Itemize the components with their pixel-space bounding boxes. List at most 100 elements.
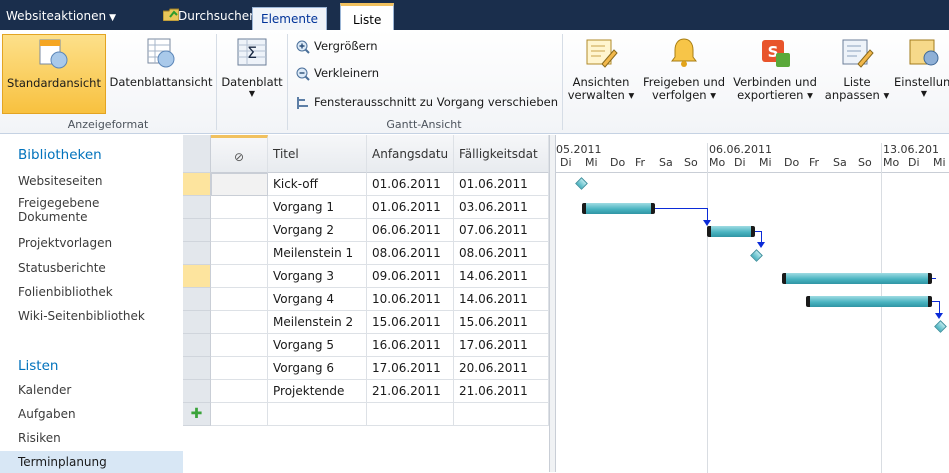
scroll-to-task-icon: [297, 96, 308, 109]
row-selector[interactable]: [183, 242, 211, 265]
cell-start[interactable]: 06.06.2011: [367, 219, 454, 242]
nav-item-shared-documents[interactable]: Freigegebene Dokumente: [18, 196, 148, 224]
nav-item-websiteseiten[interactable]: Websiteseiten: [18, 174, 103, 188]
attachment-cell[interactable]: [211, 334, 268, 357]
cell-due[interactable]: 03.06.2011: [454, 196, 549, 219]
nav-item-folienbibliothek[interactable]: Folienbibliothek: [18, 285, 113, 299]
select-all-header[interactable]: [183, 135, 211, 173]
attachment-cell[interactable]: [211, 311, 268, 334]
zoom-in-button[interactable]: Vergrößern: [296, 36, 378, 56]
nav-item-statusberichte[interactable]: Statusberichte: [18, 261, 106, 275]
nav-item-kalender[interactable]: Kalender: [18, 383, 71, 397]
cell-start[interactable]: 16.06.2011: [367, 334, 454, 357]
cell-start[interactable]: 17.06.2011: [367, 357, 454, 380]
column-header-title[interactable]: Titel: [268, 135, 367, 173]
nav-lists-heading[interactable]: Listen: [18, 358, 58, 374]
attachment-cell[interactable]: [211, 219, 268, 242]
customize-list-button[interactable]: Liste anpassen ▾: [824, 34, 890, 114]
row-selector[interactable]: [183, 311, 211, 334]
milestone-kick-off[interactable]: [575, 177, 588, 190]
new-row-cell[interactable]: [454, 403, 549, 426]
row-selector[interactable]: [183, 380, 211, 403]
nav-item-aufgaben[interactable]: Aufgaben: [18, 407, 76, 421]
tab-items[interactable]: Elemente: [252, 7, 328, 30]
dependency-arrow: [757, 242, 765, 248]
cell-due[interactable]: 15.06.2011: [454, 311, 549, 334]
attachment-cell[interactable]: [211, 288, 268, 311]
manage-views-button[interactable]: Ansichten verwalten ▾: [566, 34, 636, 114]
cell-title[interactable]: Vorgang 1: [268, 196, 367, 219]
cell-start[interactable]: 09.06.2011: [367, 265, 454, 288]
cell-title[interactable]: Vorgang 5: [268, 334, 367, 357]
nav-item-terminplanung[interactable]: Terminplanung: [0, 451, 183, 473]
cell-start[interactable]: 21.06.2011: [367, 380, 454, 403]
column-header-due[interactable]: Fälligkeitsdat: [454, 135, 549, 173]
task-bar-vorgang-4[interactable]: [806, 296, 932, 307]
cell-start[interactable]: 10.06.2011: [367, 288, 454, 311]
cell-due[interactable]: 07.06.2011: [454, 219, 549, 242]
datasheet-button[interactable]: Σ Datenblatt ▼: [219, 34, 285, 114]
tab-list[interactable]: Liste: [340, 3, 395, 30]
row-selector[interactable]: [183, 265, 211, 288]
nav-item-wiki[interactable]: Wiki-Seitenbibliothek: [18, 309, 145, 323]
task-bar-vorgang-3[interactable]: [782, 273, 932, 284]
navigate-up-icon[interactable]: [163, 8, 179, 21]
cell-title[interactable]: Meilenstein 2: [268, 311, 367, 334]
nav-item-projektvorlagen[interactable]: Projektvorlagen: [18, 236, 112, 250]
cell-title[interactable]: Vorgang 3: [268, 265, 367, 288]
add-row-icon[interactable]: ✚: [183, 403, 211, 426]
cell-due[interactable]: 17.06.2011: [454, 334, 549, 357]
milestone-meilenstein-1[interactable]: [750, 249, 763, 262]
row-selector[interactable]: [183, 173, 211, 196]
datasheet-view-button[interactable]: Datenblattansicht: [108, 34, 214, 114]
zoom-out-button[interactable]: Verkleinern: [296, 63, 379, 83]
cell-start[interactable]: 15.06.2011: [367, 311, 454, 334]
row-selector[interactable]: [183, 219, 211, 242]
cell-start[interactable]: 01.06.2011: [367, 173, 454, 196]
task-bar-vorgang-2[interactable]: [707, 226, 755, 237]
cell-due[interactable]: 01.06.2011: [454, 173, 549, 196]
scroll-to-task-button[interactable]: Fensterausschnitt zu Vorgang verschieben: [296, 92, 558, 112]
cell-due[interactable]: 14.06.2011: [454, 265, 549, 288]
milestone-meilenstein-2[interactable]: [934, 320, 947, 333]
attachment-cell[interactable]: [211, 357, 268, 380]
cell-title[interactable]: Vorgang 4: [268, 288, 367, 311]
cell-title[interactable]: Projektende: [268, 380, 367, 403]
attachment-cell[interactable]: [211, 173, 268, 196]
attachment-cell[interactable]: [211, 403, 268, 426]
new-row-cell[interactable]: [367, 403, 454, 426]
cell-title[interactable]: Vorgang 2: [268, 219, 367, 242]
nav-item-risiken[interactable]: Risiken: [18, 431, 61, 445]
new-row-cell[interactable]: [268, 403, 367, 426]
cell-due[interactable]: 21.06.2011: [454, 380, 549, 403]
attachment-column-header[interactable]: ⊘: [211, 135, 268, 173]
site-actions-menu[interactable]: Websiteaktionen ▼: [6, 0, 116, 30]
nav-libraries-heading[interactable]: Bibliotheken: [18, 147, 102, 163]
cell-start[interactable]: 08.06.2011: [367, 242, 454, 265]
share-track-button[interactable]: Freigeben und verfolgen ▾: [640, 34, 728, 114]
row-selector[interactable]: [183, 357, 211, 380]
cell-due[interactable]: 14.06.2011: [454, 288, 549, 311]
attachment-cell[interactable]: [211, 242, 268, 265]
row-selector[interactable]: [183, 196, 211, 219]
cell-title[interactable]: Kick-off: [268, 173, 367, 196]
row-selector[interactable]: [183, 334, 211, 357]
attachment-cell[interactable]: [211, 265, 268, 288]
attachment-cell[interactable]: [211, 380, 268, 403]
task-bar-vorgang-1[interactable]: [582, 203, 655, 214]
column-header-start[interactable]: Anfangsdatu: [367, 135, 454, 173]
connect-export-button[interactable]: S Verbinden und exportieren ▾: [730, 34, 820, 114]
settings-button[interactable]: Einstellun ▼: [894, 34, 949, 114]
cell-title[interactable]: Meilenstein 1: [268, 242, 367, 265]
pane-splitter[interactable]: [549, 135, 556, 472]
standard-view-button[interactable]: Standardansicht: [2, 34, 106, 114]
attachment-cell[interactable]: [211, 196, 268, 219]
cell-start[interactable]: 01.06.2011: [367, 196, 454, 219]
row-selector[interactable]: [183, 288, 211, 311]
cell-due[interactable]: 20.06.2011: [454, 357, 549, 380]
cell-title[interactable]: Vorgang 6: [268, 357, 367, 380]
cell-due[interactable]: 08.06.2011: [454, 242, 549, 265]
tab-browse[interactable]: Durchsuchen: [178, 0, 257, 30]
chevron-down-icon: ▼: [109, 13, 117, 23]
settings-label: Einstellun: [894, 75, 949, 89]
